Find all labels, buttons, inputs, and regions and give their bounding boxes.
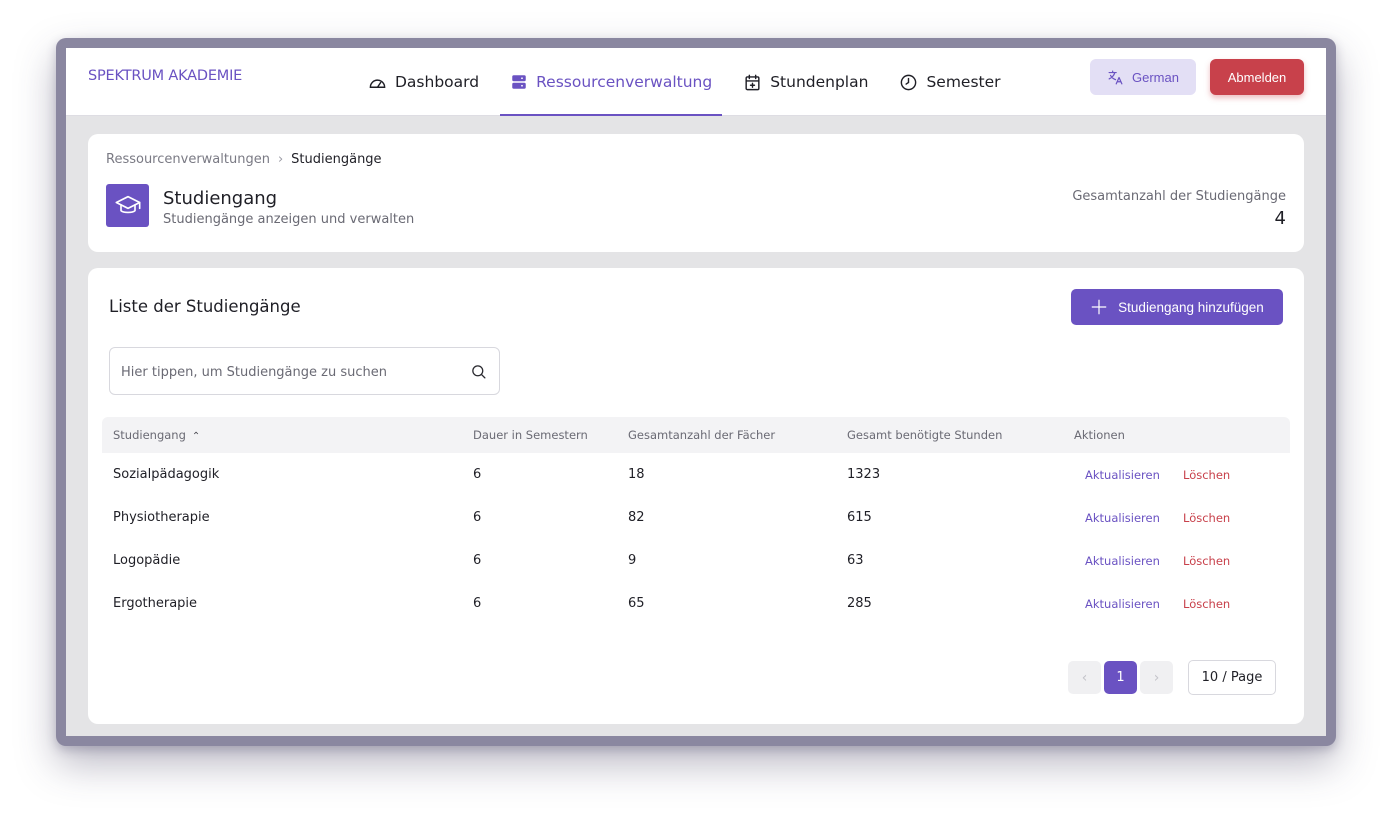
nav-item-stundenplan[interactable]: Stundenplan (733, 48, 878, 116)
cell-subjects: 9 (628, 553, 637, 568)
add-button-label: Studiengang hinzufügen (1118, 299, 1264, 315)
column-header-studiengang[interactable]: Studiengang ⌃ (113, 428, 200, 442)
pagination: ‹ 1 › 10 / Page (1068, 660, 1276, 695)
graduation-cap-icon (106, 184, 149, 227)
app-frame: SPEKTRUM AKADEMIE Dashboard Ressourcenve… (56, 38, 1336, 746)
clock-icon (901, 74, 917, 90)
search-input[interactable] (121, 361, 461, 383)
breadcrumb: Ressourcenverwaltungen › Studiengänge (106, 152, 382, 167)
delete-link[interactable]: Löschen (1183, 468, 1230, 482)
top-navbar: SPEKTRUM AKADEMIE Dashboard Ressourcenve… (66, 48, 1326, 116)
cell-hours: 615 (847, 510, 872, 525)
cell-name: Logopädie (113, 553, 181, 568)
nav-label-ressourcenverwaltung: Ressourcenverwaltung (536, 73, 713, 91)
next-page-button[interactable]: › (1140, 661, 1173, 694)
delete-link[interactable]: Löschen (1183, 554, 1230, 568)
table-row: Physiotherapie 6 82 615 Aktualisieren Lö… (102, 496, 1290, 539)
list-title: Liste der Studiengänge (109, 297, 301, 316)
cell-duration: 6 (473, 510, 482, 525)
search-icon[interactable] (470, 363, 487, 380)
cell-name: Physiotherapie (113, 510, 210, 525)
column-header-dauer: Dauer in Semestern (473, 428, 588, 442)
main-nav: Dashboard Ressourcenverwaltung Stundenpl… (358, 48, 1022, 116)
sort-ascending-icon[interactable]: ⌃ (192, 431, 200, 442)
total-count-value: 4 (1274, 208, 1286, 229)
total-count-label: Gesamtanzahl der Studiengänge (1072, 189, 1286, 204)
cell-subjects: 82 (628, 510, 645, 525)
nav-item-ressourcenverwaltung[interactable]: Ressourcenverwaltung (500, 48, 723, 116)
page-subtitle: Studiengänge anzeigen und verwalten (163, 212, 415, 227)
nav-item-semester[interactable]: Semester (889, 48, 1010, 116)
update-link[interactable]: Aktualisieren (1085, 468, 1160, 482)
nav-item-dashboard[interactable]: Dashboard (358, 48, 489, 116)
brand-logo[interactable]: SPEKTRUM AKADEMIE (88, 68, 242, 84)
delete-link[interactable]: Löschen (1183, 511, 1230, 525)
prev-page-button[interactable]: ‹ (1068, 661, 1101, 694)
server-icon (512, 75, 526, 89)
gauge-icon (369, 78, 386, 88)
column-header-aktionen: Aktionen (1074, 428, 1125, 442)
delete-link[interactable]: Löschen (1183, 597, 1230, 611)
update-link[interactable]: Aktualisieren (1085, 554, 1160, 568)
column-label-studiengang: Studiengang (113, 428, 186, 442)
language-button[interactable]: German (1090, 59, 1196, 95)
update-link[interactable]: Aktualisieren (1085, 511, 1160, 525)
cell-hours: 1323 (847, 467, 881, 482)
nav-label-dashboard: Dashboard (395, 73, 480, 91)
page-number-button[interactable]: 1 (1104, 661, 1137, 694)
app-window: SPEKTRUM AKADEMIE Dashboard Ressourcenve… (66, 48, 1326, 736)
breadcrumb-current: Studiengänge (291, 152, 382, 167)
cell-name: Sozialpädagogik (113, 467, 220, 482)
table-header: Studiengang ⌃ Dauer in Semestern Gesamtan… (102, 417, 1290, 453)
column-header-stunden: Gesamt benötigte Stunden (847, 428, 1003, 442)
page-size-select[interactable]: 10 / Page (1188, 660, 1276, 695)
cell-duration: 6 (473, 596, 482, 611)
cell-subjects: 65 (628, 596, 645, 611)
cell-duration: 6 (473, 553, 482, 568)
table-row: Ergotherapie 6 65 285 Aktualisieren Lösc… (102, 582, 1290, 625)
list-card: Liste der Studiengänge Studiengang hinzu… (88, 268, 1304, 724)
chevron-right-icon: › (277, 152, 284, 167)
nav-label-semester: Semester (926, 73, 1001, 91)
table-row: Logopädie 6 9 63 Aktualisieren Löschen (102, 539, 1290, 582)
cell-hours: 285 (847, 596, 872, 611)
cell-subjects: 18 (628, 467, 645, 482)
cell-duration: 6 (473, 467, 482, 482)
update-link[interactable]: Aktualisieren (1085, 597, 1160, 611)
column-header-faecher: Gesamtanzahl der Fächer (628, 428, 776, 442)
cell-name: Ergotherapie (113, 596, 198, 611)
nav-label-stundenplan: Stundenplan (770, 73, 869, 91)
plus-icon (1091, 299, 1107, 315)
translate-icon (1108, 70, 1123, 84)
studiengang-table: Studiengang ⌃ Dauer in Semestern Gesamtan… (102, 417, 1290, 625)
calendar-plus-icon (745, 74, 760, 90)
search-box (109, 347, 500, 395)
language-label: German (1132, 69, 1179, 85)
add-studiengang-button[interactable]: Studiengang hinzufügen (1071, 289, 1283, 325)
table-row: Sozialpädagogik 6 18 1323 Aktualisieren … (102, 453, 1290, 496)
breadcrumb-link[interactable]: Ressourcenverwaltungen (106, 152, 270, 167)
page-header-card: Ressourcenverwaltungen › Studiengänge St… (88, 134, 1304, 252)
page-title: Studiengang (163, 188, 278, 209)
cell-hours: 63 (847, 553, 864, 568)
logout-button[interactable]: Abmelden (1210, 59, 1304, 95)
